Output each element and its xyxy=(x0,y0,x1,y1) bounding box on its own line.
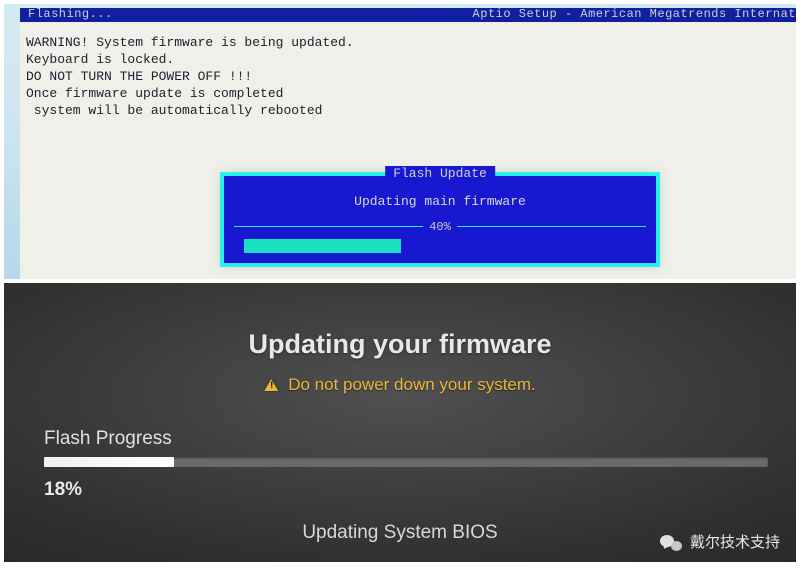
flashing-status: Flashing... xyxy=(28,7,113,21)
bios-body: WARNING! System firmware is being update… xyxy=(20,22,796,279)
branding-text: 戴尔技术支持 xyxy=(690,531,780,552)
warn-line-2: Keyboard is locked. xyxy=(26,52,174,67)
warn-line-5: system will be automatically rebooted xyxy=(26,103,322,118)
warning-icon xyxy=(264,379,278,391)
warn-line-4: Once firmware update is completed xyxy=(26,86,283,101)
flash-percent-label: 40% xyxy=(423,220,457,234)
warn-line-1: WARNING! System firmware is being update… xyxy=(26,35,354,50)
firmware-update-screen: Updating your firmware Do not power down… xyxy=(4,283,796,562)
flash-progress-track-2 xyxy=(44,457,768,467)
flash-dialog-title: Flash Update xyxy=(385,166,495,181)
flash-dialog-message: Updating main firmware xyxy=(354,194,526,209)
firmware-warning-row: Do not power down your system. xyxy=(264,375,536,395)
flash-progress-fill xyxy=(244,239,401,253)
flash-progress-fill-2 xyxy=(44,457,174,467)
flash-progress-percent: 18% xyxy=(44,479,82,501)
wechat-icon xyxy=(660,533,682,551)
firmware-warning-text: Do not power down your system. xyxy=(288,375,536,395)
bios-header-bar: Flashing... Aptio Setup - American Megat… xyxy=(20,8,796,22)
wechat-branding: 戴尔技术支持 xyxy=(660,531,780,552)
firmware-title: Updating your firmware xyxy=(248,329,551,360)
flash-update-dialog: Flash Update Updating main firmware 40% xyxy=(220,172,660,267)
firmware-warning-block: WARNING! System firmware is being update… xyxy=(26,34,354,119)
flash-progress-label: Flash Progress xyxy=(44,428,172,450)
flash-progress-track xyxy=(244,239,636,253)
warn-line-3: DO NOT TURN THE POWER OFF !!! xyxy=(26,69,252,84)
flash-status-text: Updating System BIOS xyxy=(302,522,497,544)
bios-flash-screen: Flashing... Aptio Setup - American Megat… xyxy=(4,4,796,279)
bios-brand-text: Aptio Setup - American Megatrends Intern… xyxy=(473,7,796,21)
